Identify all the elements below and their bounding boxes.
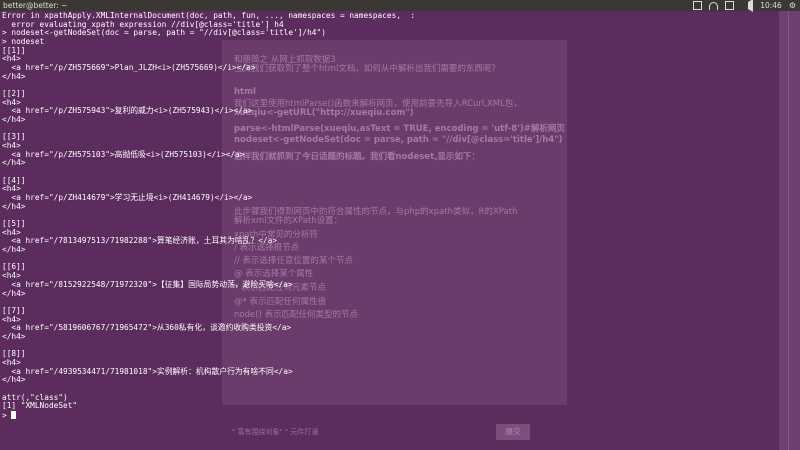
title-bar: better@better: ~ 10:46 ⚙	[0, 0, 800, 12]
terminal-line: <a href="/7813497513/71982288">算笔经济账，土耳其…	[2, 236, 278, 246]
terminal-line: </h4>	[2, 201, 26, 211]
terminal-prompt[interactable]: >	[2, 410, 800, 420]
mail-icon[interactable]	[693, 1, 703, 10]
terminal-line: <a href="/p/ZH575669">Plan_JLZH<i>(ZH575…	[2, 63, 256, 73]
terminal-line: [[7]]	[2, 305, 26, 315]
terminal-line: [[6]]	[2, 262, 26, 272]
terminal-line: <a href="/p/ZH575943">复利的威力<i>(ZH575943)…	[2, 106, 253, 116]
wifi-icon[interactable]	[709, 1, 719, 10]
terminal-line: [[1]]	[2, 45, 26, 55]
terminal-line: [1] "XMLNodeSet"	[2, 401, 78, 411]
terminal-line: </h4>	[2, 288, 26, 298]
terminal-line: <a href="/5819606767/71965472">从360私有化，谈…	[2, 323, 292, 333]
terminal-line: attr(,"class")	[2, 392, 68, 402]
terminal-line: </h4>	[2, 115, 26, 125]
terminal-line: > nodeset<-getNodeSet(doc = parse, path …	[2, 28, 326, 38]
system-tray: 10:46 ⚙	[693, 0, 796, 12]
prompt-symbol: >	[2, 410, 12, 420]
terminal-line: [[4]]	[2, 175, 26, 185]
terminal-line: </h4>	[2, 71, 26, 81]
terminal-line: <a href="/p/ZH414679">学习无止境<i>(ZH414679)…	[2, 193, 253, 203]
terminal-line: <a href="/4939534471/71981018">实例解析：机构散户…	[2, 366, 293, 376]
terminal-output[interactable]: Error in xpathApply.XMLInternalDocument(…	[2, 11, 800, 450]
terminal-line: </h4>	[2, 331, 26, 341]
terminal-line: > nodeset	[2, 37, 45, 47]
terminal-line: </h4>	[2, 375, 26, 385]
terminal-line: <a href="/8152922548/71972320">【征集】国际局势动…	[2, 279, 293, 289]
terminal-line: </h4>	[2, 245, 26, 255]
volume-icon[interactable]	[741, 0, 754, 12]
window-title: better@better: ~	[3, 1, 68, 10]
terminal-line: [[2]]	[2, 89, 26, 99]
gear-icon[interactable]: ⚙	[789, 1, 796, 10]
terminal-line: </h4>	[2, 158, 26, 168]
terminal-line: <a href="/p/ZH575103">高抛低吸<i>(ZH575103)<…	[2, 149, 245, 159]
terminal-line: [[3]]	[2, 132, 26, 142]
terminal-line: [[8]]	[2, 349, 26, 359]
clock[interactable]: 10:46	[760, 0, 782, 11]
terminal-line: [[5]]	[2, 219, 26, 229]
text-cursor	[11, 410, 17, 419]
battery-icon[interactable]	[725, 1, 735, 10]
